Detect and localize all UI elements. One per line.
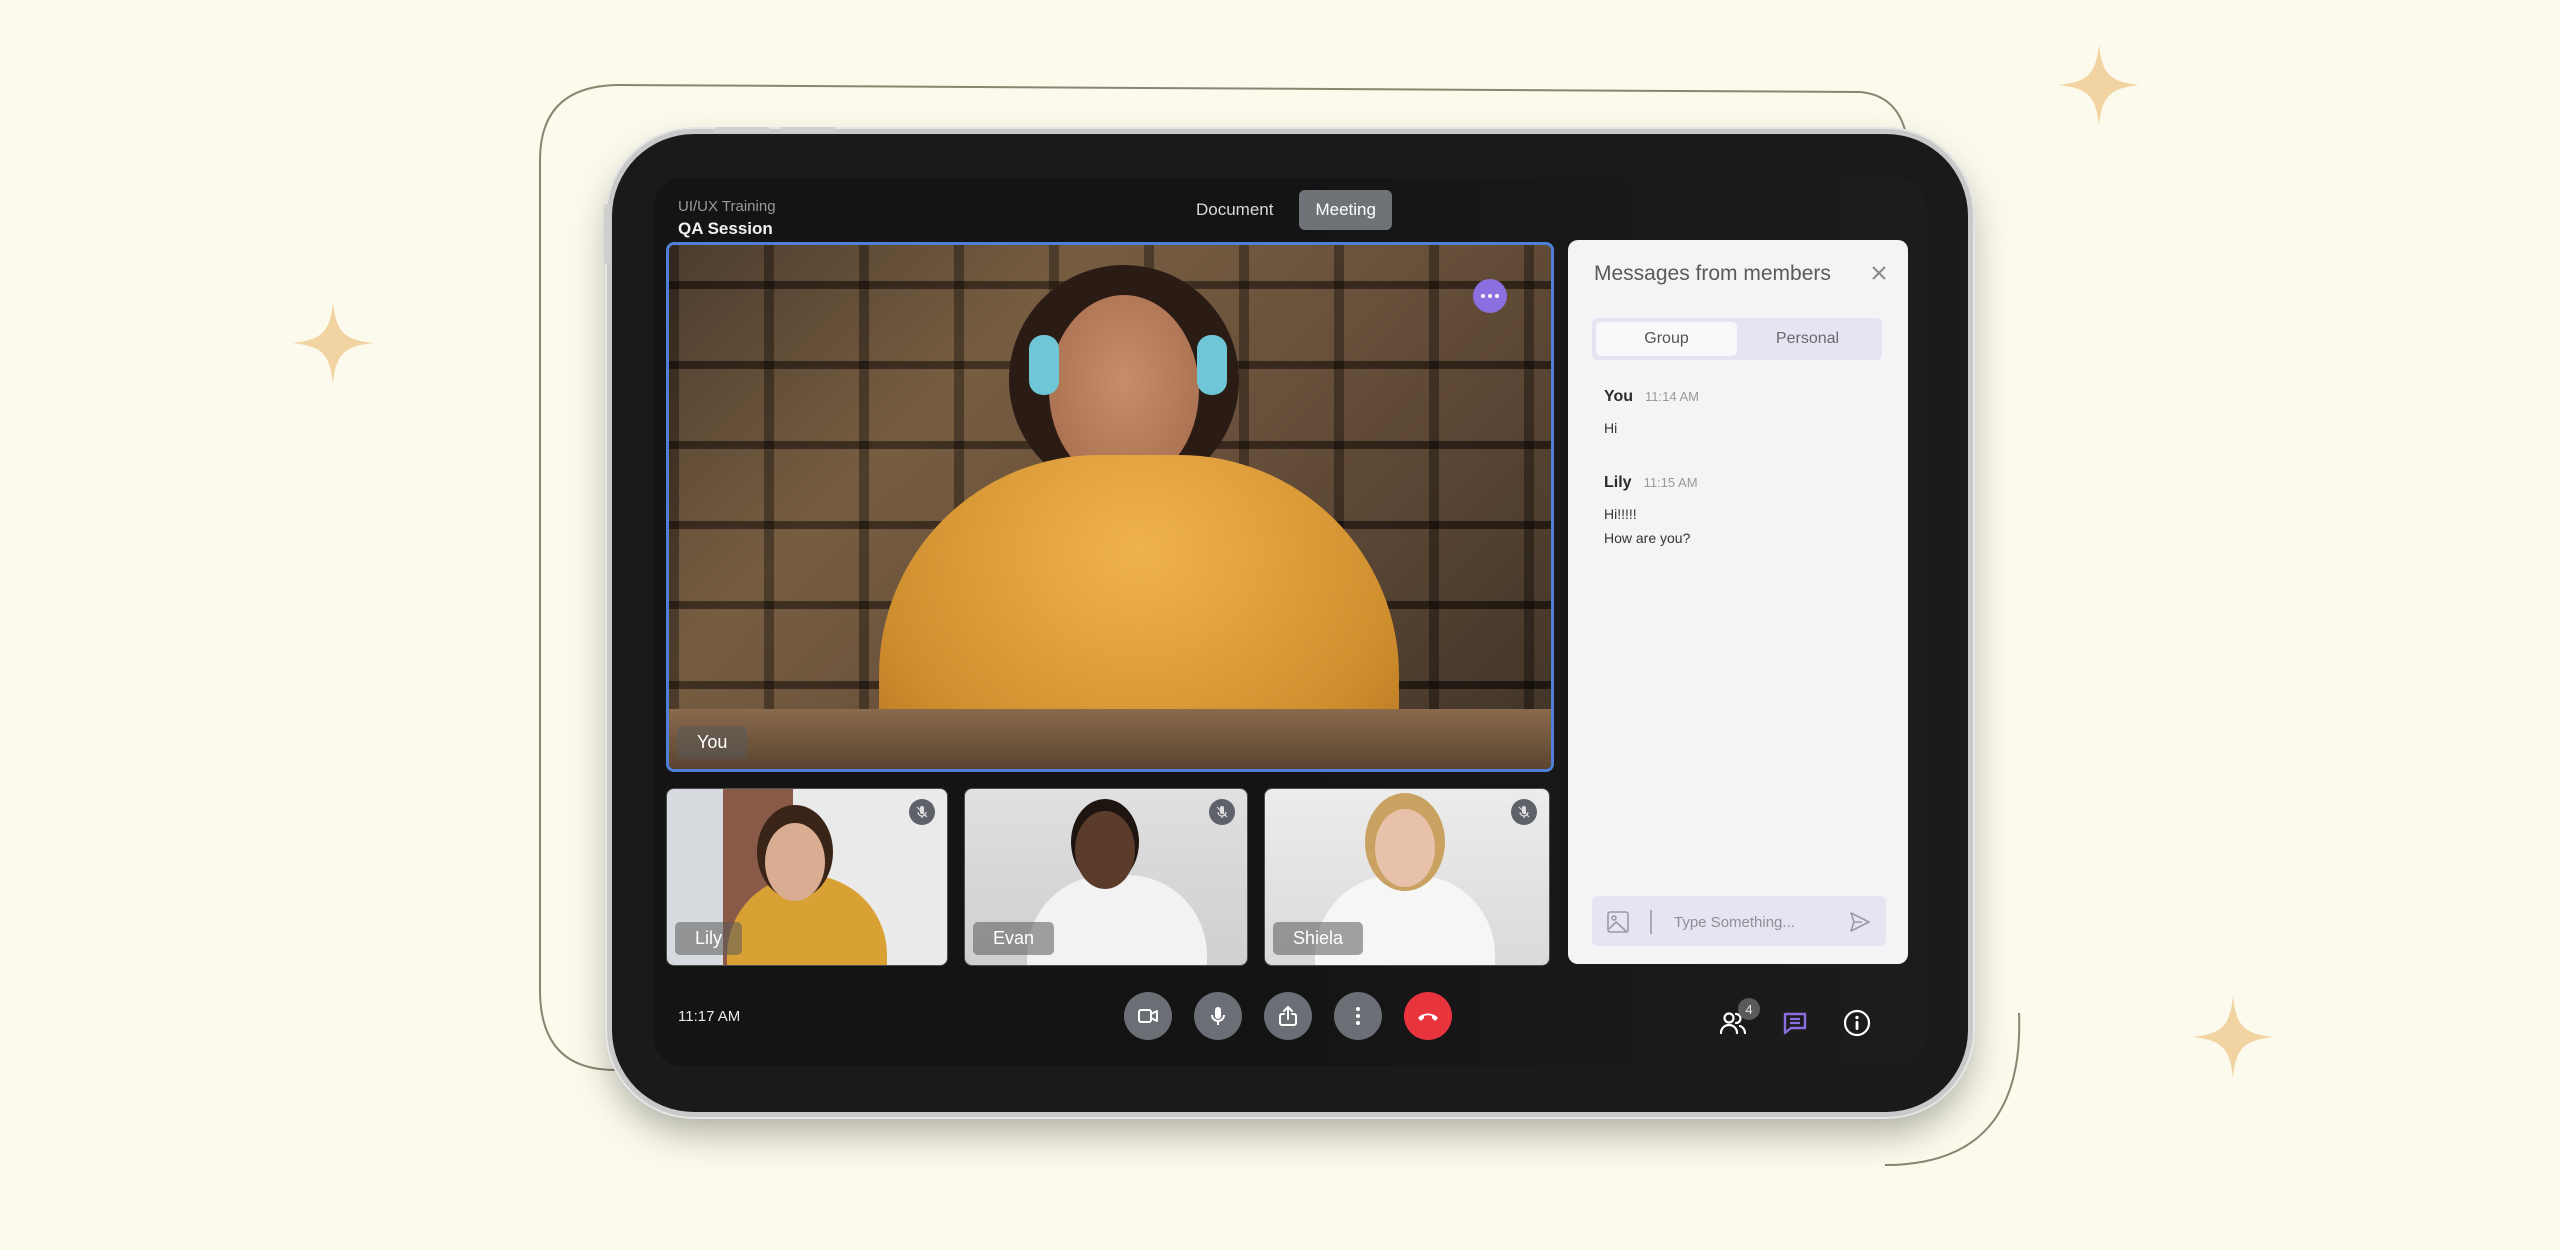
message-text: Hi!!!!! [1604,506,1637,522]
participant-thumbnails: Lily Evan Shiela [666,788,1550,966]
participant-name-tag: Lily [675,922,743,955]
more-horizontal-icon [1481,294,1485,298]
chat-tab-switcher: Group Personal [1592,318,1882,360]
participant-name-tag: Shiela [1273,922,1364,955]
meeting-subtitle: UI/UX Training [678,198,776,215]
tablet-side-button [604,204,610,264]
participants-button[interactable]: 4 [1716,998,1760,1040]
sparkle-icon [2058,44,2140,126]
participant-video-you [879,265,1399,769]
end-call-icon [1418,1013,1438,1021]
tablet-volume-button [780,127,836,133]
view-tabs: Document Meeting [1180,190,1392,230]
tablet-device: UI/UX Training QA Session Document Meeti… [604,127,1968,1112]
participant-name-tag: Evan [973,922,1055,955]
meeting-header: UI/UX Training QA Session [678,198,776,239]
microphone-icon [1211,1007,1225,1025]
participant-tile-shiela[interactable]: Shiela [1264,788,1550,966]
chat-tab-personal[interactable]: Personal [1737,322,1878,356]
info-icon [1843,1009,1871,1037]
app-screen: UI/UX Training QA Session Document Meeti… [654,178,1926,1066]
message-text: Hi [1604,420,1618,436]
mic-muted-icon [1511,799,1537,825]
composer-divider [1650,910,1652,934]
end-call-button[interactable] [1404,992,1452,1040]
meeting-title: QA Session [678,219,773,238]
chat-message: Lily 11:15 AM Hi!!!!! How are you? [1604,474,1698,546]
chat-icon [1783,1012,1807,1035]
tab-meeting[interactable]: Meeting [1299,190,1392,230]
more-actions-button[interactable] [1334,992,1382,1040]
desk [669,709,1551,769]
tablet-volume-button [714,127,770,133]
chat-tab-group[interactable]: Group [1596,322,1737,356]
message-time: 11:14 AM [1645,389,1699,404]
participants-count-badge: 4 [1738,998,1760,1020]
toolbar-right-icons: 4 [1716,990,1896,1050]
toggle-video-button[interactable] [1124,992,1172,1040]
video-camera-icon [1138,1009,1158,1023]
call-controls [1124,992,1452,1040]
message-sender: You [1604,388,1634,405]
participant-tile-lily[interactable]: Lily [666,788,948,966]
mic-muted-icon [1209,799,1235,825]
close-icon[interactable] [1868,262,1890,284]
chat-message: You 11:14 AM Hi [1604,388,1699,436]
main-video-tile[interactable]: You [666,242,1554,772]
share-screen-button[interactable] [1264,992,1312,1040]
chat-panel-title: Messages from members [1594,262,1831,285]
image-attach-icon[interactable] [1606,910,1630,934]
more-vertical-icon [1356,1007,1360,1025]
participant-name-tag: You [677,726,748,759]
participant-tile-evan[interactable]: Evan [964,788,1248,966]
toggle-mic-button[interactable] [1194,992,1242,1040]
message-composer [1592,896,1886,946]
tab-document[interactable]: Document [1180,190,1289,230]
sparkle-icon [292,302,374,384]
sparkle-icon [2192,996,2274,1078]
message-text: How are you? [1604,530,1691,546]
chat-button[interactable] [1778,1006,1812,1040]
send-icon[interactable] [1848,910,1872,934]
chat-panel: Messages from members Group Personal You… [1568,240,1908,964]
mic-muted-icon [909,799,935,825]
share-screen-icon [1279,1006,1297,1026]
info-button[interactable] [1840,1006,1874,1040]
call-toolbar: 11:17 AM 4 [654,978,1926,1058]
more-options-button[interactable] [1473,279,1507,313]
current-time: 11:17 AM [678,1008,741,1025]
message-sender: Lily [1604,474,1632,491]
message-time: 11:15 AM [1643,475,1698,490]
message-input[interactable] [1672,908,1836,936]
